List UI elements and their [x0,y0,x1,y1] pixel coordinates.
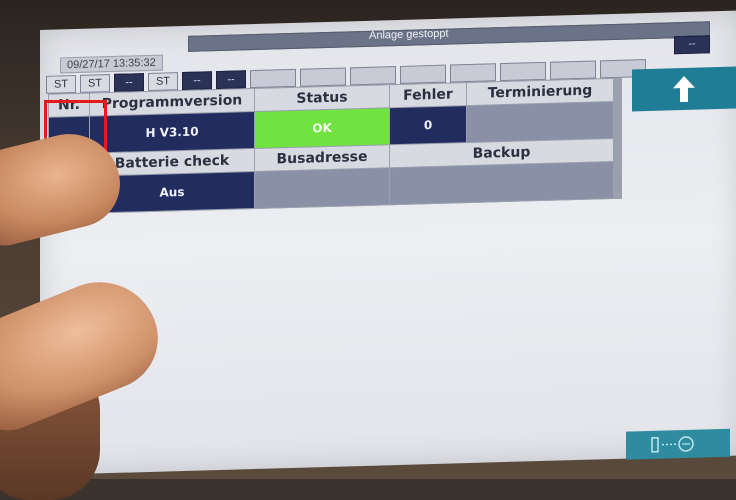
scroll-up-button[interactable] [632,67,736,112]
header-terminierung: Terminierung [467,79,613,105]
cell-busadresse[interactable] [255,168,389,208]
device-link-icon [646,433,710,455]
header-programmversion: Programmversion [90,89,254,116]
title-bar: Anlage gestoppt [188,21,710,52]
status-chip-empty[interactable] [500,62,546,81]
cell-fehler[interactable]: 0 [390,106,466,144]
status-chip-st-2[interactable]: ST [80,74,110,93]
status-chip-st-3[interactable]: ST [148,72,178,91]
status-chip-empty[interactable] [450,63,496,82]
status-chip-st-1[interactable]: ST [46,75,76,94]
header-busadresse: Busadresse [255,145,389,171]
arrow-up-icon [672,74,696,105]
hmi-screen: Anlage gestoppt -- 09/27/17 13:35:32 ST … [40,10,736,475]
status-chip-dash-1[interactable]: -- [114,73,144,92]
top-right-chip[interactable]: -- [674,35,710,54]
cell-status-ok[interactable]: OK [255,108,389,148]
status-chip-empty[interactable] [550,60,596,79]
cell-terminierung[interactable] [467,102,613,142]
status-chip-empty[interactable] [250,69,296,88]
header-fehler: Fehler [390,83,466,107]
device-link-button[interactable] [626,429,730,460]
status-chip-empty[interactable] [400,65,446,84]
device-info-table: Nr. Programmversion Status Fehler Termin… [48,78,622,215]
status-chip-dash-2[interactable]: -- [182,71,212,90]
status-chip-dash-3[interactable]: -- [216,70,246,89]
status-chip-empty[interactable] [350,66,396,85]
cell-backup[interactable] [390,162,613,204]
datetime-display: 09/27/17 13:35:32 [60,55,163,74]
header-status: Status [255,85,389,111]
title-text: Anlage gestoppt [369,28,449,42]
status-chip-empty[interactable] [300,67,346,86]
cell-programmversion[interactable]: H V3.10 [90,112,254,153]
